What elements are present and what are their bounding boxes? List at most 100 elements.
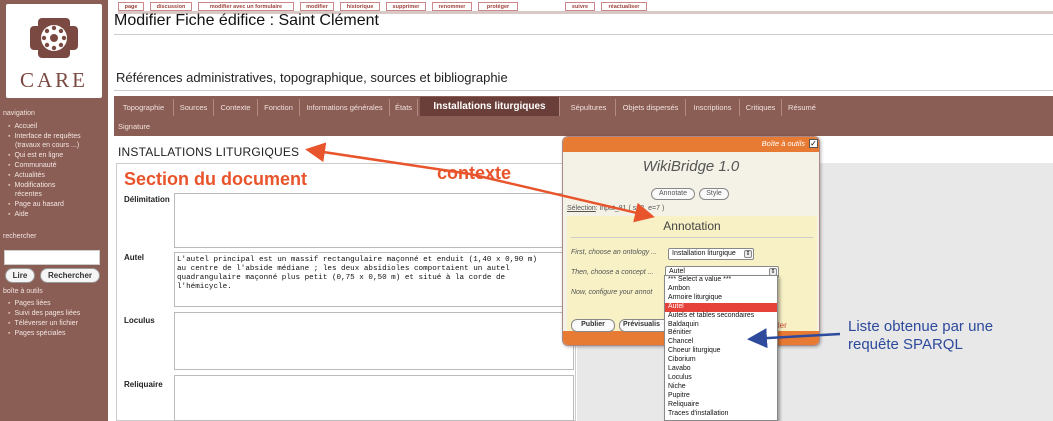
dropdown-option[interactable]: Loculus	[665, 374, 777, 383]
tab-modifier[interactable]: modifier	[300, 2, 334, 11]
tab-inscriptions[interactable]: Inscriptions	[686, 99, 740, 116]
tool-item[interactable]: Pages liées	[8, 300, 106, 308]
delimitation-label: Délimitation	[124, 195, 170, 204]
page-title: Modifier Fiche édifice : Saint Clément	[114, 12, 379, 29]
dropdown-option[interactable]: Chancel	[665, 338, 777, 347]
tab-modifier-formulaire[interactable]: modifier avec un formulaire	[198, 2, 294, 11]
section-title: INSTALLATIONS LITURGIQUES	[118, 145, 300, 159]
nav-heading: navigation	[3, 110, 35, 117]
tab-topographie[interactable]: Topographie	[114, 99, 174, 116]
lire-button[interactable]: Lire	[5, 268, 35, 283]
step-ontology-label: First, choose an ontology ...	[571, 249, 657, 256]
nav-item[interactable]: Aide	[8, 211, 106, 219]
nav-item[interactable]: Page au hasard	[8, 201, 106, 209]
nav-item[interactable]: Modifications	[8, 182, 106, 190]
dropdown-option[interactable]: Baldaquin	[665, 321, 777, 330]
dropdown-option[interactable]: Autels et tables secondaires	[665, 312, 777, 321]
concept-select-value: Autel	[669, 268, 685, 275]
tab-contexte[interactable]: Contexte	[214, 99, 258, 116]
tab-critiques[interactable]: Critiques	[740, 99, 782, 116]
loculus-label: Loculus	[124, 316, 155, 325]
selection-value: : input_81 ( s=2, e=7 )	[595, 205, 665, 212]
nav-item[interactable]: récentes	[15, 191, 113, 199]
tab-discussion[interactable]: discussion	[150, 2, 192, 11]
logo-emblem-icon	[30, 18, 78, 58]
tab-informations-generales[interactable]: Informations générales	[300, 99, 390, 116]
dropdown-option[interactable]: Armoire liturgique	[665, 294, 777, 303]
annotation-contexte-label: contexte	[437, 163, 512, 183]
dropdown-option[interactable]: Reliquaire	[665, 401, 777, 410]
dropdown-option[interactable]: Ciborium	[665, 356, 777, 365]
dropdown-option[interactable]: Autel	[665, 302, 777, 312]
step-concept-label: Then, choose a concept ...	[571, 269, 654, 276]
step-configure-label: Now, configure your annot	[571, 289, 653, 296]
divider	[114, 90, 1053, 91]
rechercher-button[interactable]: Rechercher	[40, 268, 100, 283]
nav-item[interactable]: Interface de requêtes	[8, 133, 106, 141]
dropdown-option[interactable]: Ambon	[665, 285, 777, 294]
page-subtitle: Références administratives, topographiqu…	[116, 70, 508, 85]
dropdown-option[interactable]: *** Select a value ***	[665, 276, 777, 285]
tab-signature[interactable]: Signature	[114, 118, 154, 135]
tool-item[interactable]: Téléverser un fichier	[8, 320, 106, 328]
dropdown-option[interactable]: Bénitier	[665, 329, 777, 338]
tab-objets-disperses[interactable]: Objets dispersés	[616, 99, 686, 116]
dropdown-option[interactable]: Lavabo	[665, 365, 777, 374]
nav-item[interactable]: (travaux en cours ...)	[15, 142, 113, 150]
annotation-section-label: Section du document	[124, 169, 308, 189]
nav-item[interactable]: Actualités	[8, 172, 106, 180]
tab-suivre[interactable]: suivre	[565, 2, 595, 11]
annotate-button[interactable]: Annotate	[651, 188, 695, 200]
section-tabs: Topographie Sources Contexte Fonction In…	[114, 96, 1053, 136]
care-logo[interactable]: CARE	[6, 4, 102, 98]
ontology-select-value: Installation liturgique	[672, 250, 736, 257]
annotation-liste-label: Liste obtenue par une requête SPARQL	[848, 318, 994, 353]
wikibridge-title: WikiBridge 1.0	[642, 158, 740, 175]
tool-item[interactable]: Suivi des pages liées	[8, 310, 106, 318]
tab-etats[interactable]: États	[390, 99, 418, 116]
tool-item[interactable]: Pages spéciales	[8, 330, 106, 338]
concept-dropdown-list[interactable]: *** Select a value *** Ambon Armoire litur…	[664, 275, 778, 421]
tools-heading: boîte à outils	[3, 288, 43, 295]
tab-proteger[interactable]: protéger	[478, 2, 518, 11]
autel-text: L'autel principal est un massif rectangu…	[177, 256, 538, 291]
nav-item[interactable]: Accueil	[8, 123, 106, 131]
tab-reactualiser[interactable]: réactualiser	[601, 2, 647, 11]
select-arrows-icon: ⇕	[744, 250, 752, 258]
selection-link[interactable]: Sélection	[567, 205, 596, 212]
selection-info: Sélection: input_81 ( s=2, e=7 )	[567, 205, 664, 212]
autel-label: Autel	[124, 253, 144, 262]
nav-item[interactable]: Qui est en ligne	[8, 152, 106, 160]
reliquaire-label: Reliquaire	[124, 380, 163, 389]
logo-text: CARE	[19, 68, 88, 92]
tab-page[interactable]: page	[118, 2, 144, 11]
dropdown-option[interactable]: Niche	[665, 383, 777, 392]
search-input[interactable]	[4, 250, 100, 265]
tab-fonction[interactable]: Fonction	[258, 99, 300, 116]
tab-installations-liturgiques[interactable]: Installations liturgiques	[420, 97, 560, 116]
wikibridge-header-bar: Boîte à outils ✓	[563, 137, 819, 152]
reliquaire-field[interactable]	[174, 375, 574, 421]
divider	[114, 34, 1053, 35]
tab-sepultures[interactable]: Sépultures	[562, 99, 616, 116]
dropdown-option[interactable]: Pupitre	[665, 392, 777, 401]
tab-supprimer[interactable]: supprimer	[386, 2, 426, 11]
ontology-select[interactable]: Installation liturgique ⇕	[668, 248, 754, 260]
nav-item[interactable]: Communauté	[8, 162, 106, 170]
tab-historique[interactable]: historique	[340, 2, 380, 11]
tab-renommer[interactable]: renommer	[432, 2, 472, 11]
loculus-field[interactable]	[174, 312, 574, 370]
sidebar: CARE navigation Accueil Interface de req…	[0, 0, 108, 421]
tab-sources[interactable]: Sources	[174, 99, 214, 116]
toolbox-label: Boîte à outils	[761, 139, 805, 148]
dropdown-option[interactable]: Traces d'installation	[665, 410, 777, 419]
dropdown-option[interactable]: Choeur liturgique	[665, 347, 777, 356]
tab-resume[interactable]: Résumé	[782, 99, 822, 116]
toolbox-checkbox[interactable]: ✓	[809, 139, 818, 148]
annotation-title: Annotation	[663, 219, 721, 233]
delimitation-field[interactable]	[174, 193, 574, 248]
divider	[571, 237, 813, 238]
publier-button[interactable]: Publier	[571, 319, 615, 332]
style-button[interactable]: Style	[699, 188, 729, 200]
search-heading: rechercher	[3, 233, 37, 240]
